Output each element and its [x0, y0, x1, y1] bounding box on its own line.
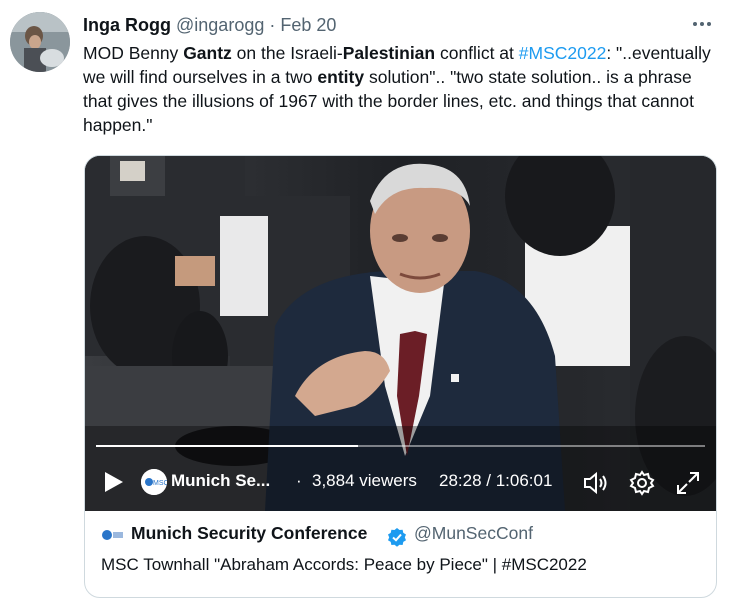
fullscreen-icon[interactable]: [675, 470, 701, 496]
video-progress-fill: [96, 445, 358, 447]
tweet-text: MOD Benny Gantz on the Israeli-Palestini…: [83, 41, 723, 137]
tweet-text-run: entity: [317, 67, 365, 87]
card-channel-name[interactable]: Munich Security Conference: [131, 523, 367, 544]
more-icon[interactable]: [690, 10, 714, 34]
tweet-date[interactable]: Feb 20: [280, 15, 336, 35]
tweet-text-run: Palestinian: [342, 43, 436, 63]
play-icon[interactable]: [103, 470, 125, 494]
avatar-photo: [10, 12, 70, 72]
video-player[interactable]: MSC Munich Se... · 3,884 viewers 28:28 /…: [85, 156, 716, 511]
settings-icon[interactable]: [629, 470, 655, 496]
svg-text:MSC: MSC: [153, 480, 167, 487]
card-footer[interactable]: Munich Security Conference @MunSecConf M…: [85, 511, 716, 597]
card-channel-handle[interactable]: @MunSecConf: [414, 523, 533, 544]
volume-icon[interactable]: [582, 470, 608, 496]
separator-dot: ·: [269, 15, 276, 35]
channel-logo-icon[interactable]: MSC: [141, 469, 169, 495]
tweet-text-run: Gantz: [183, 43, 232, 63]
viewer-count: 3,884 viewers: [312, 471, 417, 490]
video-channel-name[interactable]: Munich Se...: [171, 471, 270, 491]
author-name[interactable]: Inga Rogg: [83, 15, 171, 35]
tweet-header: Inga Rogg @ingarogg · Feb 20: [83, 13, 336, 37]
video-separator-dot: ·: [296, 471, 302, 490]
tweet-text-run: MOD Benny: [83, 43, 184, 63]
video-controls: MSC Munich Se... · 3,884 viewers 28:28 /…: [85, 456, 716, 511]
card-video-title[interactable]: MSC Townhall "Abraham Accords: Peace by …: [101, 555, 587, 575]
verified-badge-icon: [387, 527, 407, 547]
avatar[interactable]: [10, 12, 70, 72]
video-progress-bar[interactable]: [96, 445, 705, 447]
video-time: 28:28 / 1:06:01: [439, 471, 553, 490]
msc-logo-icon: [101, 527, 123, 543]
tweet-text-run: conflict at: [435, 43, 519, 63]
hashtag-link[interactable]: #MSC2022: [519, 43, 607, 63]
video-card[interactable]: MSC Munich Se... · 3,884 viewers 28:28 /…: [84, 155, 717, 598]
tweet-text-run: on the Israeli-: [231, 43, 343, 63]
author-handle[interactable]: @ingarogg: [176, 15, 264, 35]
